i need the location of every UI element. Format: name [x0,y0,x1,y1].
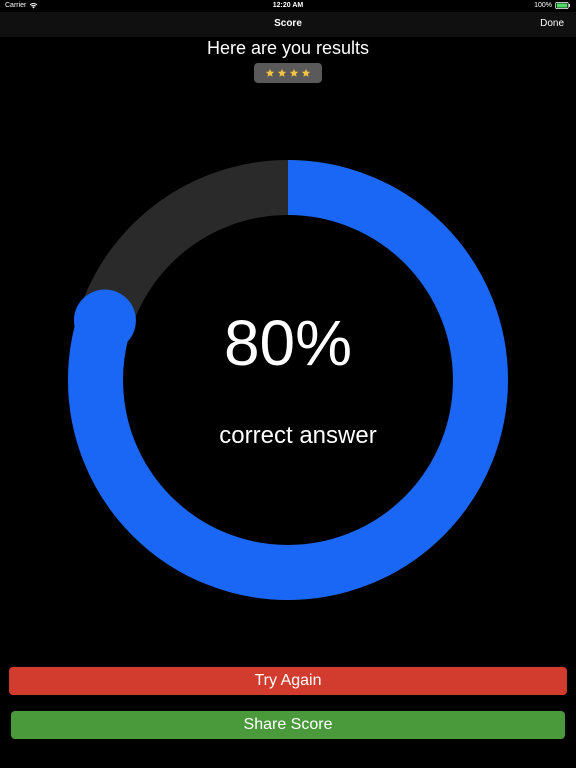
done-button[interactable]: Done [540,18,564,29]
star-icon [277,68,287,77]
star-icon [265,68,275,77]
battery-icon [555,2,570,9]
star-rating-badge [254,63,322,83]
score-screen: Carrier 12:20 AM 100% Score Done Here ar… [0,0,576,768]
share-score-button[interactable]: Share Score [11,711,565,739]
nav-title: Score [274,18,302,29]
score-label: correct answer [219,422,377,449]
score-percent: 80% [223,307,353,379]
battery-percent: 100% [534,2,552,9]
results-headline: Here are you results [206,38,370,58]
status-time: 12:20 AM [272,2,304,9]
try-again-button[interactable]: Try Again [9,667,567,695]
star-icon [301,68,311,77]
status-battery-group: 100% [534,2,571,9]
navigation-bar: Score Done [0,12,576,37]
star-icon [289,68,299,77]
status-bar: Carrier 12:20 AM 100% [0,0,576,12]
